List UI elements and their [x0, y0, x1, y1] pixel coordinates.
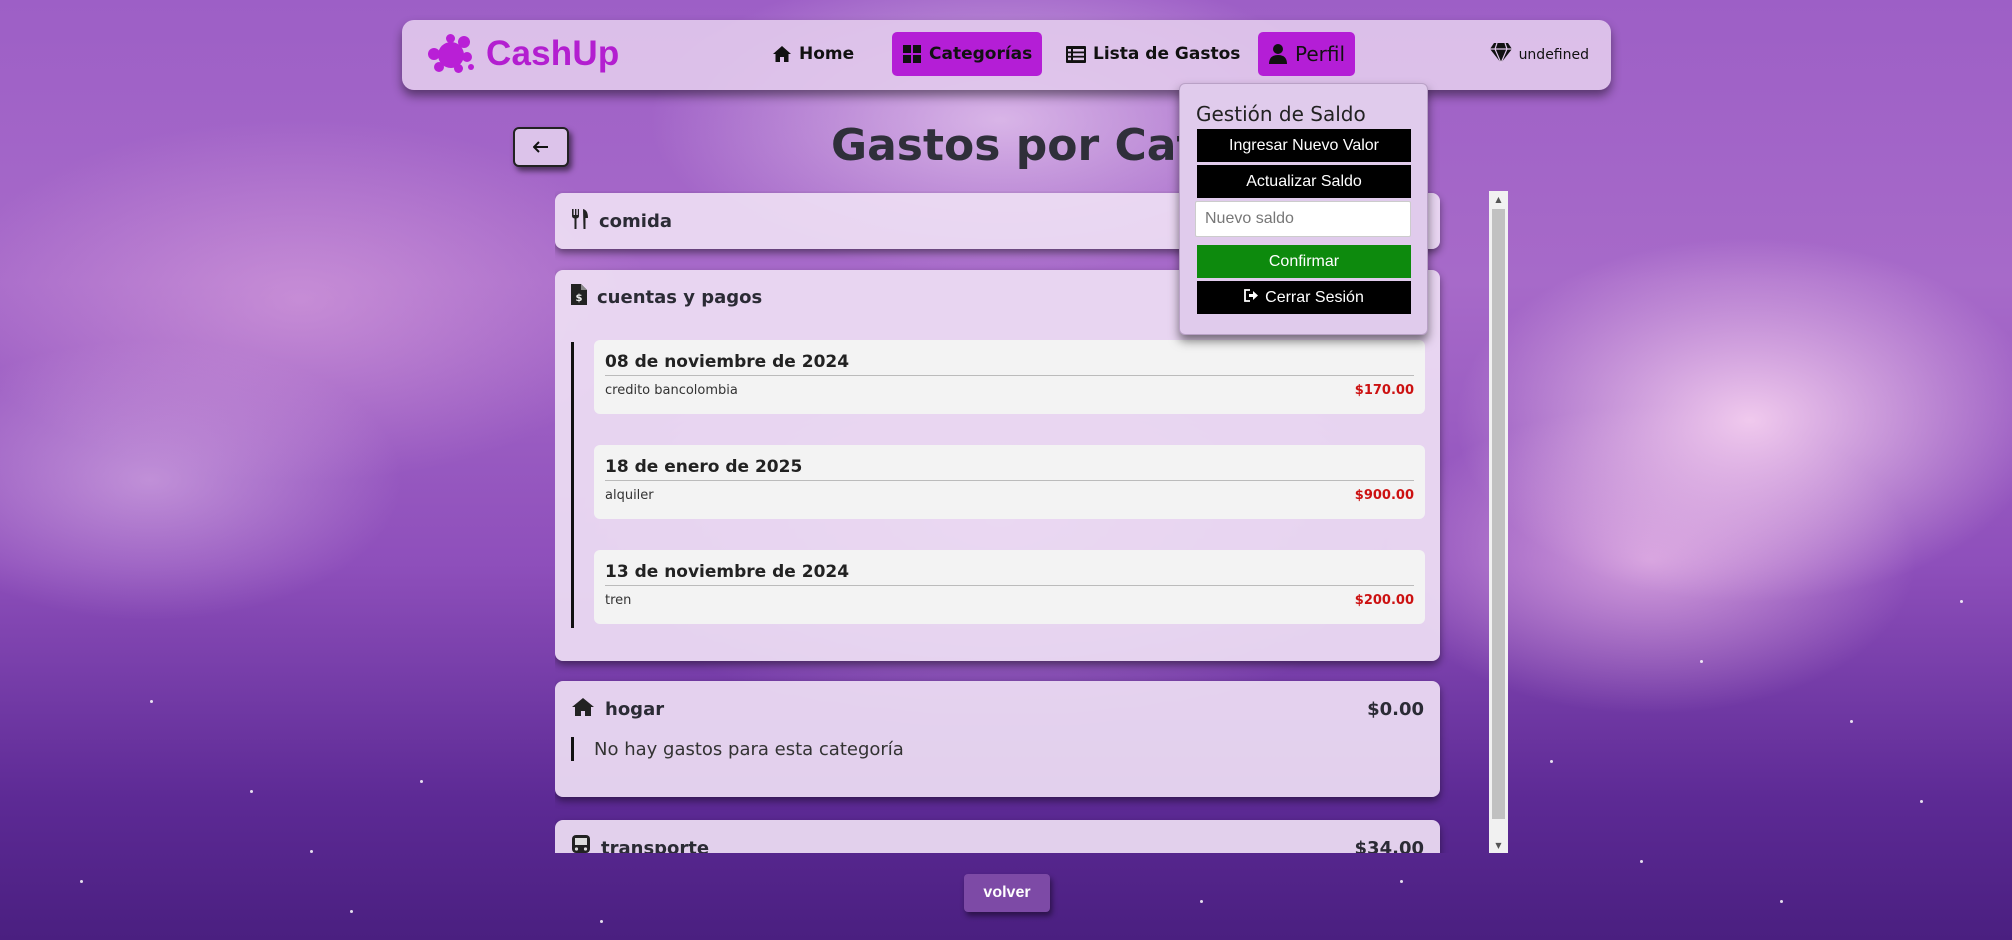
category-card-hogar[interactable]: hogar $0.00 No hay gastos para esta cate… — [555, 681, 1440, 797]
scrollbar[interactable]: ▲ ▼ — [1489, 191, 1508, 853]
cerrar-sesion-label: Cerrar Sesión — [1265, 288, 1364, 306]
profile-dropdown: Gestión de Saldo Ingresar Nuevo Valor Ac… — [1179, 83, 1428, 335]
scroll-down-arrow-icon[interactable]: ▼ — [1489, 837, 1508, 853]
dropdown-title: Gestión de Saldo — [1196, 102, 1366, 126]
expense-list-line — [571, 342, 574, 628]
empty-category-message: No hay gastos para esta categoría — [594, 739, 904, 760]
nav-categorias[interactable]: Categorías — [892, 32, 1043, 76]
category-header[interactable]: hogar $0.00 — [571, 681, 1424, 737]
bus-icon — [571, 834, 591, 853]
expense-item[interactable]: 18 de enero de 2025 alquiler $900.00 — [594, 445, 1425, 519]
expense-description: credito bancolombia — [605, 383, 738, 398]
arrow-left-icon — [532, 138, 549, 157]
cerrar-sesion-button[interactable]: Cerrar Sesión — [1197, 281, 1411, 314]
brand-logo-icon — [426, 32, 476, 76]
house-icon — [571, 697, 595, 722]
grid-icon — [902, 44, 922, 64]
invoice-icon: $ — [571, 284, 587, 310]
expense-item[interactable]: 08 de noviembre de 2024 credito bancolom… — [594, 340, 1425, 414]
nav-home[interactable]: Home — [762, 32, 864, 76]
nuevo-saldo-input[interactable] — [1195, 201, 1411, 237]
nav-perfil[interactable]: Perfil — [1258, 32, 1356, 76]
scroll-up-arrow-icon[interactable]: ▲ — [1489, 191, 1508, 207]
brand[interactable]: CashUp — [426, 32, 619, 76]
sign-out-icon — [1244, 288, 1259, 307]
category-total: $34.00 — [1354, 837, 1424, 854]
expense-date: 18 de enero de 2025 — [605, 457, 1414, 481]
user-info[interactable]: undefined — [1489, 42, 1589, 68]
category-header[interactable]: transporte $34.00 — [571, 820, 1424, 853]
brand-name: CashUp — [486, 34, 620, 73]
category-name: cuentas y pagos — [597, 286, 763, 308]
ingresar-nuevo-valor-button[interactable]: Ingresar Nuevo Valor — [1197, 129, 1411, 162]
nav-lista-gastos[interactable]: Lista de Gastos — [1056, 32, 1250, 76]
diamond-icon — [1489, 42, 1513, 68]
expense-item[interactable]: 13 de noviembre de 2024 tren $200.00 — [594, 550, 1425, 624]
expense-date: 13 de noviembre de 2024 — [605, 562, 1414, 586]
nav-home-label: Home — [799, 44, 855, 64]
category-total: $0.00 — [1367, 698, 1424, 720]
actualizar-saldo-button[interactable]: Actualizar Saldo — [1197, 165, 1411, 198]
back-button[interactable] — [513, 127, 569, 167]
home-icon — [772, 44, 792, 64]
svg-text:$: $ — [576, 293, 583, 304]
category-name: transporte — [601, 837, 710, 854]
nav-categorias-label: Categorías — [929, 44, 1033, 64]
user-icon — [1268, 44, 1288, 64]
list-icon — [1066, 44, 1086, 64]
expense-date: 08 de noviembre de 2024 — [605, 352, 1414, 376]
expense-amount: $170.00 — [1354, 383, 1414, 398]
expense-description: tren — [605, 593, 632, 608]
user-name: undefined — [1518, 47, 1589, 63]
scrollbar-thumb[interactable] — [1492, 209, 1505, 819]
expense-amount: $900.00 — [1354, 488, 1414, 503]
category-name: hogar — [605, 698, 665, 720]
utensils-icon — [571, 208, 589, 234]
volver-button[interactable]: volver — [964, 874, 1050, 912]
confirmar-button[interactable]: Confirmar — [1197, 245, 1411, 278]
category-card-transporte[interactable]: transporte $34.00 — [555, 820, 1440, 853]
expense-list-line — [571, 737, 574, 761]
top-navbar: CashUp Home Categorías Lista de Gastos P… — [402, 20, 1611, 90]
expense-amount: $200.00 — [1354, 593, 1414, 608]
nav-lista-gastos-label: Lista de Gastos — [1093, 44, 1241, 64]
nav-perfil-label: Perfil — [1295, 42, 1346, 66]
expense-description: alquiler — [605, 488, 654, 503]
category-name: comida — [599, 210, 672, 232]
